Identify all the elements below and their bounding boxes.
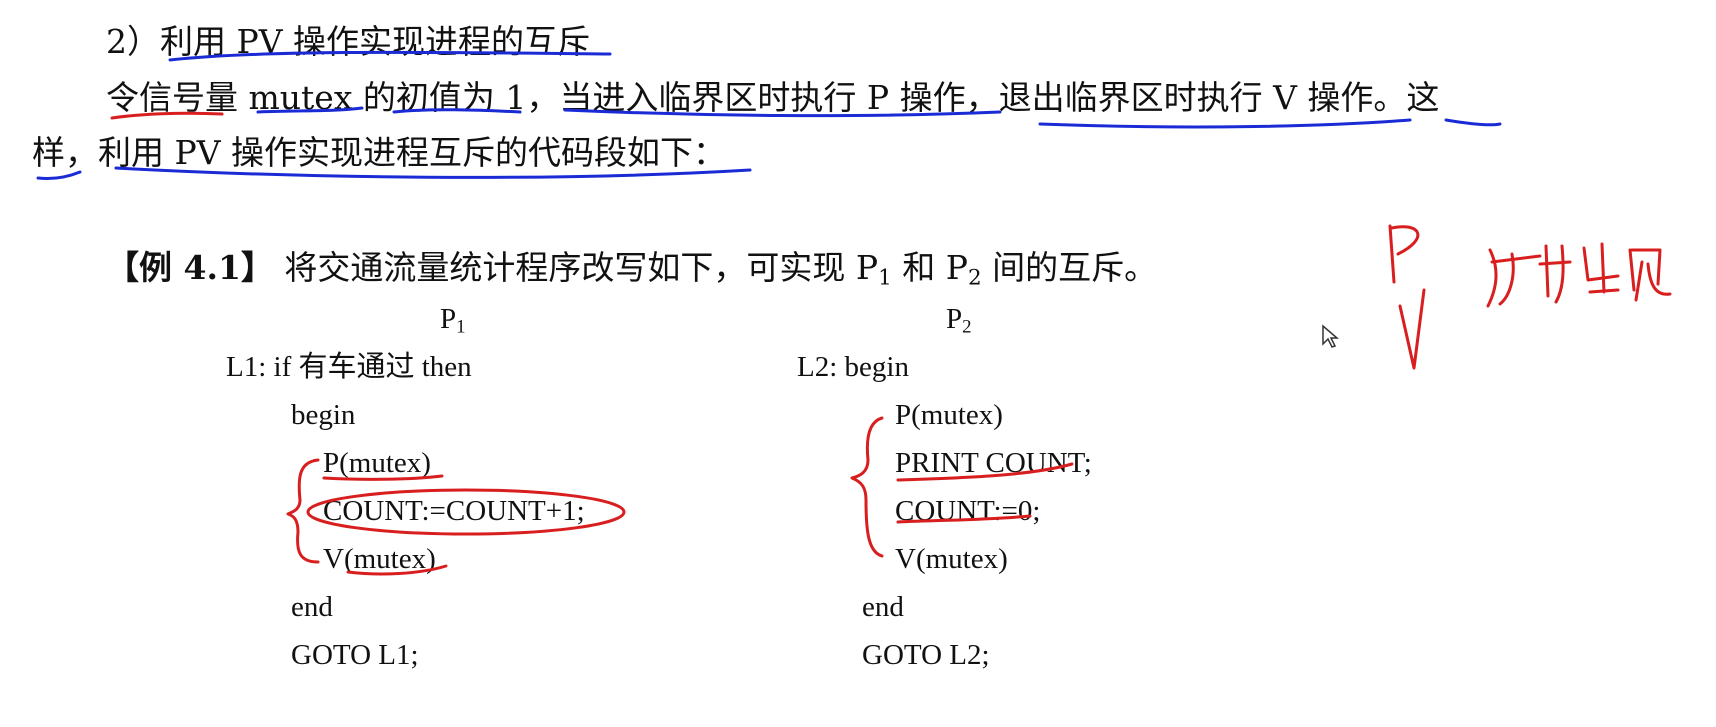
section-heading: 2）利用 PV 操作实现进程的互斥 bbox=[106, 22, 591, 61]
p1-line-l1: L1: if 有车通过 then bbox=[226, 351, 472, 383]
example-line: 【例 4.1】 将交通流量统计程序改写如下，可实现 P1 和 P2 间的互斥。 bbox=[106, 248, 1158, 291]
example-text-after: 间的互斥。 bbox=[981, 248, 1158, 287]
p2-line-l2: L2: begin bbox=[797, 351, 909, 383]
p1-line-end: end bbox=[291, 591, 333, 623]
example-sub-1: 1 bbox=[878, 265, 892, 291]
p1-line-begin: begin bbox=[291, 399, 356, 431]
p2-line-p-mutex: P(mutex) bbox=[895, 399, 1003, 431]
p2-line-print-count: PRINT COUNT; bbox=[895, 447, 1092, 479]
red-handwritten-v bbox=[1398, 288, 1426, 370]
example-sub-2: 2 bbox=[967, 265, 982, 291]
p1-line-v-mutex: V(mutex) bbox=[323, 543, 436, 575]
p1-title: P1 bbox=[440, 303, 466, 338]
red-handwritten-chengduichuxian bbox=[1486, 242, 1672, 308]
red-handwritten-p bbox=[1388, 224, 1420, 284]
blue-underline-zhe bbox=[1444, 118, 1502, 127]
p2-line-v-mutex: V(mutex) bbox=[895, 543, 1008, 575]
p2-line-end: end bbox=[862, 591, 904, 623]
blue-underline-exit bbox=[1038, 118, 1412, 129]
p1-line-goto: GOTO L1; bbox=[291, 639, 419, 671]
p2-line-count-reset: COUNT:=0; bbox=[895, 495, 1041, 527]
paragraph-line-2: 样，利用 PV 操作实现进程互斥的代码段如下： bbox=[32, 133, 727, 172]
example-text-before: 将交通流量统计程序改写如下，可实现 P bbox=[284, 248, 879, 287]
example-text-mid: 和 P bbox=[891, 248, 968, 287]
paragraph-line-1: 令信号量 mutex 的初值为 1，当进入临界区时执行 P 操作，退出临界区时执… bbox=[106, 78, 1440, 117]
p1-line-count-increment: COUNT:=COUNT+1; bbox=[323, 495, 585, 527]
p2-line-goto: GOTO L2; bbox=[862, 639, 990, 671]
red-brace-p1 bbox=[286, 458, 320, 564]
example-tag: 【例 4.1】 bbox=[106, 248, 274, 287]
p1-line-p-mutex: P(mutex) bbox=[323, 447, 431, 479]
mouse-cursor-icon bbox=[1322, 324, 1340, 348]
p2-title: P2 bbox=[946, 303, 972, 338]
red-brace-p2 bbox=[850, 416, 884, 558]
